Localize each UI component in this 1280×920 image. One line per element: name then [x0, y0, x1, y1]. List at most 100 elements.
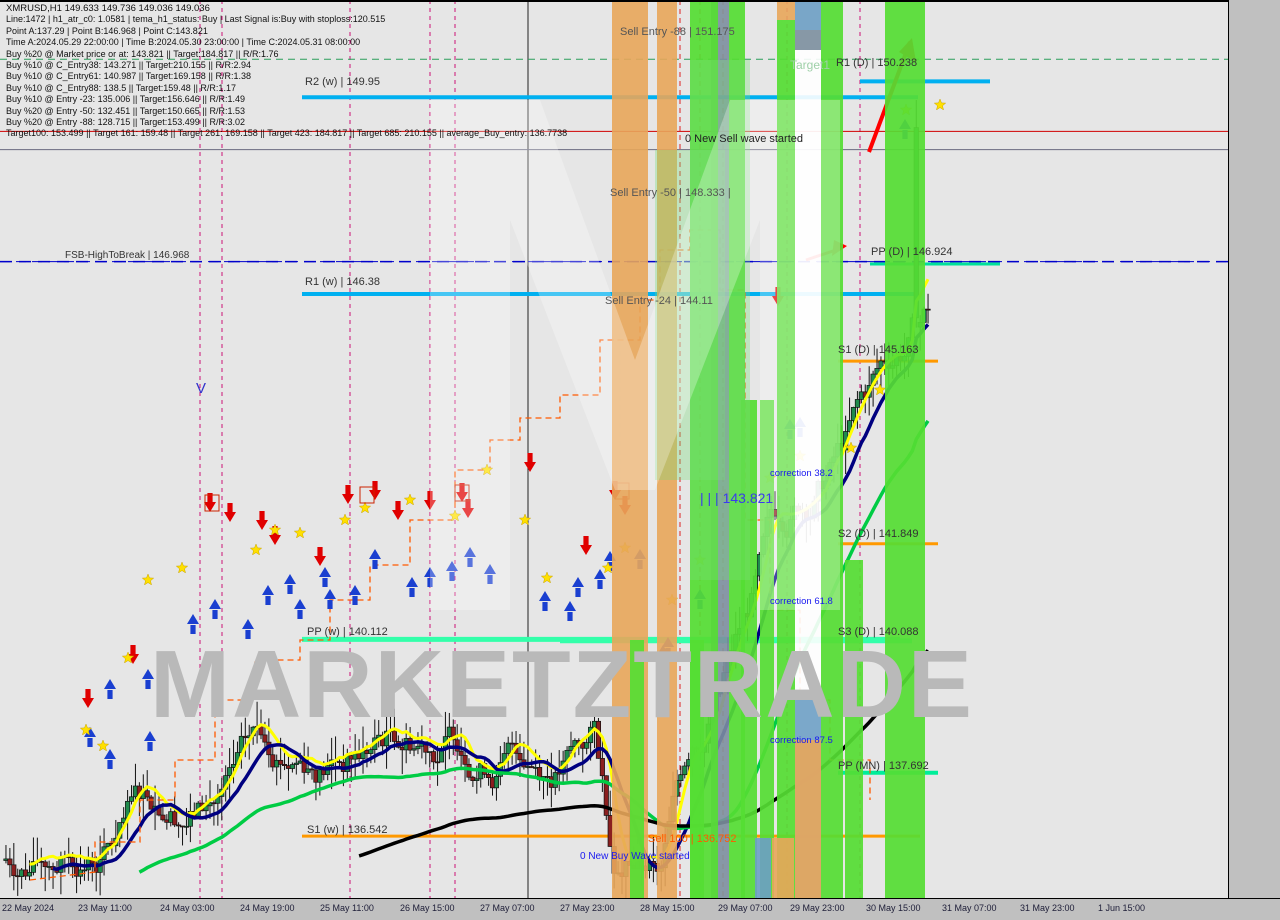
- level-label: S1 (D) | 145.163: [838, 344, 919, 356]
- time-tick: 23 May 11:00: [78, 903, 132, 913]
- sell-arrow-icon: [256, 511, 268, 530]
- time-tick: 29 May 07:00: [718, 903, 773, 913]
- time-tick: 31 May 07:00: [942, 903, 997, 913]
- time-tick: 28 May 15:00: [640, 903, 695, 913]
- chart-annotation: Target1: [790, 58, 831, 72]
- buy-arrow-icon: [369, 549, 381, 569]
- candle-body: [7, 858, 13, 866]
- chart-info-header: XMRUSD,H1 149.633 149.736 149.036 149.03…: [6, 3, 567, 140]
- sell-arrow-icon: [369, 481, 381, 500]
- candle-body: [278, 759, 284, 765]
- time-tick: 24 May 19:00: [240, 903, 295, 913]
- session-band: [795, 740, 821, 898]
- session-band: [755, 838, 771, 898]
- level-label: S2 (D) | 141.849: [838, 528, 919, 540]
- signal-star-icon: [338, 513, 352, 526]
- price-axis-line: [1228, 0, 1229, 898]
- sell-arrow-icon: [392, 501, 404, 520]
- candle-body: [227, 767, 233, 776]
- candle-body: [42, 861, 48, 868]
- candle-body: [925, 308, 931, 311]
- session-band: [777, 0, 795, 20]
- chart-annotation: | | | 143.821: [700, 490, 774, 506]
- candle-body: [11, 864, 17, 877]
- time-tick: 24 May 03:00: [160, 903, 215, 913]
- info-line-9: Buy %20 @ Entry -50: 132.451 || Target:1…: [6, 105, 245, 116]
- session-band: [772, 838, 794, 898]
- info-line-8: Buy %10 @ Entry -23: 135.006 || Target:1…: [6, 94, 245, 105]
- session-band: [690, 640, 704, 898]
- chart-annotation: 0 New Buy Wave started: [580, 851, 690, 862]
- sell-arrow-icon: [82, 689, 94, 708]
- buy-arrow-icon: [446, 561, 458, 581]
- sell-arrow-icon: [342, 485, 354, 504]
- time-tick: 31 May 23:00: [1020, 903, 1075, 913]
- level-label: PP (D) | 146.924: [871, 246, 953, 258]
- signal-star-icon: [141, 573, 155, 586]
- candle-body: [128, 796, 135, 802]
- signal-star-icon: [518, 513, 532, 526]
- trading-chart-window: MARKETZTRADE R2 (w) | 149.95 R1 (D) | 150…: [0, 0, 1280, 920]
- info-line-4: Buy %20 @ Market price or at: 143.821 ||…: [6, 48, 279, 59]
- buy-arrow-icon: [142, 669, 154, 689]
- info-line-3: Time A:2024.05.29 22:00:00 | Time B:2024…: [6, 37, 361, 48]
- signal-star-icon: [358, 501, 372, 514]
- time-tick: 27 May 07:00: [480, 903, 535, 913]
- sell-arrow-icon: [424, 491, 436, 510]
- time-tick: 26 May 15:00: [400, 903, 455, 913]
- time-tick: 29 May 23:00: [790, 903, 845, 913]
- buy-arrow-icon: [406, 577, 418, 597]
- signal-star-icon: [933, 98, 947, 111]
- candle-body: [172, 811, 178, 826]
- candle-body: [854, 399, 860, 408]
- price-axis[interactable]: 151.570150.985150.385149.800149.332149.0…: [1228, 0, 1280, 898]
- candle-body: [415, 745, 421, 750]
- chart-title: XMRUSD,H1 149.633 149.736 149.036 149.03…: [6, 3, 210, 14]
- candle-body: [552, 772, 558, 788]
- time-tick: 1 Jun 15:00: [1098, 903, 1146, 913]
- buy-arrow-icon: [284, 574, 296, 594]
- level-label: PP (MN) | 137.692: [838, 760, 929, 772]
- sell-arrow-icon: [580, 536, 592, 555]
- level-label: S1 (w) | 136.542: [307, 824, 388, 836]
- time-tick: 22 May 2024: [2, 903, 55, 913]
- buy-arrow-icon: [104, 749, 116, 769]
- sell-arrow-icon: [524, 453, 536, 472]
- sell-arrow-icon: [314, 547, 326, 566]
- candle-body: [144, 790, 150, 798]
- candle-body: [568, 745, 574, 751]
- v-marker: V: [196, 380, 207, 397]
- candle-body: [431, 751, 437, 763]
- chart-plot-area[interactable]: MARKETZTRADE R2 (w) | 149.95 R1 (D) | 150…: [0, 0, 1228, 898]
- buy-arrow-icon: [104, 679, 116, 699]
- time-tick: 27 May 23:00: [560, 903, 615, 913]
- candle-body: [160, 814, 166, 821]
- chart-annotation: 0 New Sell wave started: [685, 133, 803, 145]
- info-line-10: Buy %20 @ Entry -88: 128.715 || Target:1…: [6, 117, 245, 128]
- signal-star-icon: [480, 463, 494, 476]
- buy-arrow-icon: [539, 591, 551, 611]
- candle-body: [368, 749, 374, 754]
- candle-body: [26, 872, 33, 877]
- time-axis-line: [0, 898, 1280, 899]
- candle-body: [850, 407, 857, 421]
- info-line-1: Line:1472 | h1_atr_c0: 1.0581 | tema_h1_…: [6, 14, 386, 25]
- signal-star-icon: [175, 561, 189, 574]
- buy-arrow-icon: [564, 601, 576, 621]
- candle-body: [391, 730, 397, 742]
- candle-body: [462, 755, 468, 765]
- candle-body: [599, 758, 605, 777]
- plot-top-border: [0, 0, 1228, 2]
- chart-annotation: Sell Entry -88 | 151.175: [620, 26, 735, 38]
- candle-body: [289, 764, 295, 769]
- level-label: R1 (w) | 146.38: [305, 276, 381, 288]
- info-line-2: Point A:137.29 | Point B:146.968 | Point…: [6, 25, 208, 36]
- signal-star-icon: [448, 509, 462, 522]
- info-line-6: Buy %10 @ C_Entry61: 140.987 || Target:1…: [6, 71, 251, 82]
- info-line-7: Buy %10 @ C_Entry88: 138.5 || Target:159…: [6, 82, 236, 93]
- candle-body: [678, 774, 684, 781]
- level-label: R1 (D) | 150.238: [836, 57, 918, 69]
- buy-arrow-icon: [464, 547, 476, 567]
- buy-arrow-icon: [572, 577, 584, 597]
- signal-star-icon: [249, 543, 263, 556]
